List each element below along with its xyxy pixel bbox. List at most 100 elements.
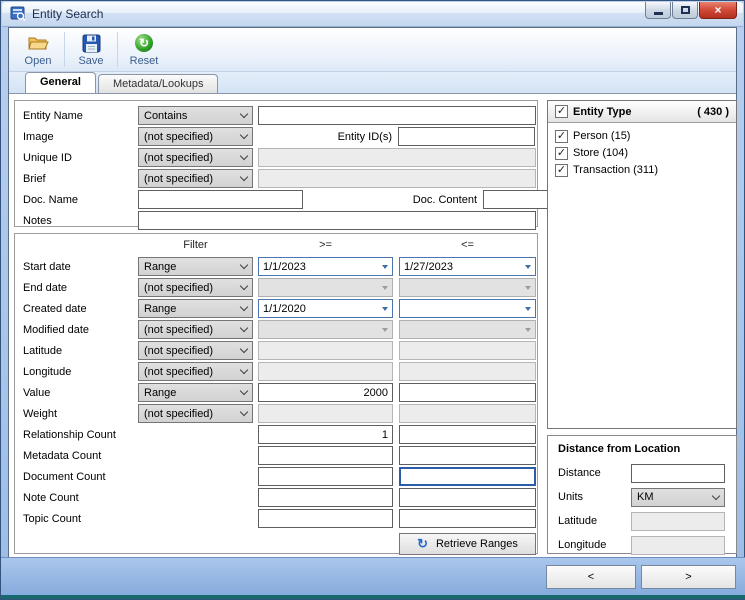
doc-name-input[interactable] [138,190,303,209]
relationship-count-max-input[interactable] [399,425,536,444]
start-date-max-datepicker[interactable]: 1/27/2023 [399,257,536,276]
filter-headers: Filter >= <= [15,239,537,254]
entity-type-title: Entity Type [573,105,632,118]
topic-count-max-input[interactable] [399,509,536,528]
checkbox-checked-icon[interactable]: ✓ [555,129,568,143]
chevron-down-icon [239,365,249,375]
reset-button[interactable]: ↻ Reset [121,28,167,71]
chevron-down-icon [239,323,249,333]
unique-id-input [258,148,536,167]
created-date-filter-combo[interactable]: Range [138,299,253,318]
calendar-dropdown-icon [378,279,392,296]
close-icon: × [714,3,722,17]
relationship-count-min-input[interactable] [258,425,393,444]
document-count-min-input[interactable] [258,467,393,486]
notes-label: Notes [23,214,52,227]
close-button[interactable]: × [699,2,737,19]
value-min-input[interactable] [258,383,393,402]
entity-name-input[interactable] [258,106,536,125]
end-date-filter-combo[interactable]: (not specified) [138,278,253,297]
combo-value: (not specified) [144,281,214,294]
latitude-label: Latitude [23,344,63,357]
combo-value: Range [144,260,177,273]
retrieve-ranges-button[interactable]: ↻ Retrieve Ranges [399,533,536,555]
calendar-dropdown-icon [521,279,535,296]
calendar-dropdown-icon[interactable] [378,258,392,275]
checkbox-checked-icon[interactable]: ✓ [555,146,568,160]
distance-input[interactable] [631,463,725,483]
brief-filter-combo[interactable]: (not specified) [138,169,253,188]
titlebar[interactable]: Entity Search × [2,2,743,27]
previous-button[interactable]: < [546,565,636,589]
filter-row-metadata-count: Metadata Count [15,445,537,466]
save-button[interactable]: Save [68,28,114,71]
calendar-dropdown-icon[interactable] [521,300,535,317]
combo-value: Range [144,302,177,315]
calendar-dropdown-icon[interactable] [378,300,392,317]
image-label: Image [23,130,54,143]
modified-date-filter-combo[interactable]: (not specified) [138,320,253,339]
checkbox-checked-icon[interactable]: ✓ [555,163,568,177]
start-date-label: Start date [23,260,71,273]
minimize-icon [653,11,663,15]
filter-row-note-count: Note Count [15,487,537,508]
value-max-input[interactable] [399,383,536,402]
longitude-min-input [258,362,393,381]
latitude-filter-combo[interactable]: (not specified) [138,341,253,360]
end-date-label: End date [23,281,68,294]
document-count-max-input[interactable] [399,467,536,486]
filter-row-end-date: End date (not specified) [15,277,537,298]
brief-label: Brief [23,172,46,185]
entity-type-panel: ✓ Entity Type ( 430 ) ✓ Person (15) ✓ Store… [547,100,737,429]
entity-type-select-all-checkbox[interactable]: ✓ [555,105,568,118]
chevron-down-icon [711,491,721,500]
metadata-count-min-input[interactable] [258,446,393,465]
refresh-icon: ↻ [417,536,428,551]
minimize-button[interactable] [645,2,671,19]
entity-type-item-person-15-[interactable]: ✓ Person (15) [555,128,729,144]
entity-type-header[interactable]: ✓ Entity Type ( 430 ) [548,101,736,123]
weight-filter-combo[interactable]: (not specified) [138,404,253,423]
entity-type-list: ✓ Person (15) ✓ Store (104) ✓ Transaction (31… [548,123,736,184]
filter-row-topic-count: Topic Count [15,508,537,529]
open-button[interactable]: Open [15,28,61,71]
notes-input[interactable] [138,211,536,230]
longitude-filter-combo[interactable]: (not specified) [138,362,253,381]
date-value: 1/1/2020 [263,302,306,315]
tab-metadata-lookups[interactable]: Metadata/Lookups [97,74,219,93]
start-date-min-datepicker[interactable]: 1/1/2023 [258,257,393,276]
entity-fields-group: Entity Name Contains Image (not specifie… [14,100,620,230]
next-button[interactable]: > [641,565,736,589]
chevron-down-icon [239,281,249,291]
value-filter-combo[interactable]: Range [138,383,253,402]
maximize-button[interactable] [672,2,698,19]
combo-value: (not specified) [144,344,214,357]
note-count-max-input[interactable] [399,488,536,507]
entity-name-label: Entity Name [23,109,83,122]
metadata-count-max-input[interactable] [399,446,536,465]
distance-latitude-label: Latitude [558,515,598,527]
distance-longitude-label: Longitude [558,539,607,551]
created-date-label: Created date [23,302,87,315]
entity-type-item-store-104-[interactable]: ✓ Store (104) [555,145,729,161]
units-combo[interactable]: KM [631,487,725,507]
created-date-max-datepicker[interactable] [399,299,536,318]
image-filter-combo[interactable]: (not specified) [138,127,253,146]
calendar-dropdown-icon[interactable] [521,258,535,275]
unique-id-filter-combo[interactable]: (not specified) [138,148,253,167]
entity-type-item-transaction-311-[interactable]: ✓ Transaction (311) [555,162,729,178]
modified-date-label: Modified date [23,323,90,336]
entity-ids-input[interactable] [398,127,535,146]
distance-latitude-input [631,511,725,531]
tab-general[interactable]: General [25,72,96,93]
longitude-max-input [399,362,536,381]
filter-row-start-date: Start date Range 1/1/2023 1/27/2023 [15,256,537,277]
chevron-down-icon [239,407,249,417]
start-date-filter-combo[interactable]: Range [138,257,253,276]
created-date-min-datepicker[interactable]: 1/1/2020 [258,299,393,318]
latitude-min-input [258,341,393,360]
save-floppy-icon [80,32,102,54]
note-count-min-input[interactable] [258,488,393,507]
topic-count-min-input[interactable] [258,509,393,528]
entity-name-filter-combo[interactable]: Contains [138,106,253,125]
